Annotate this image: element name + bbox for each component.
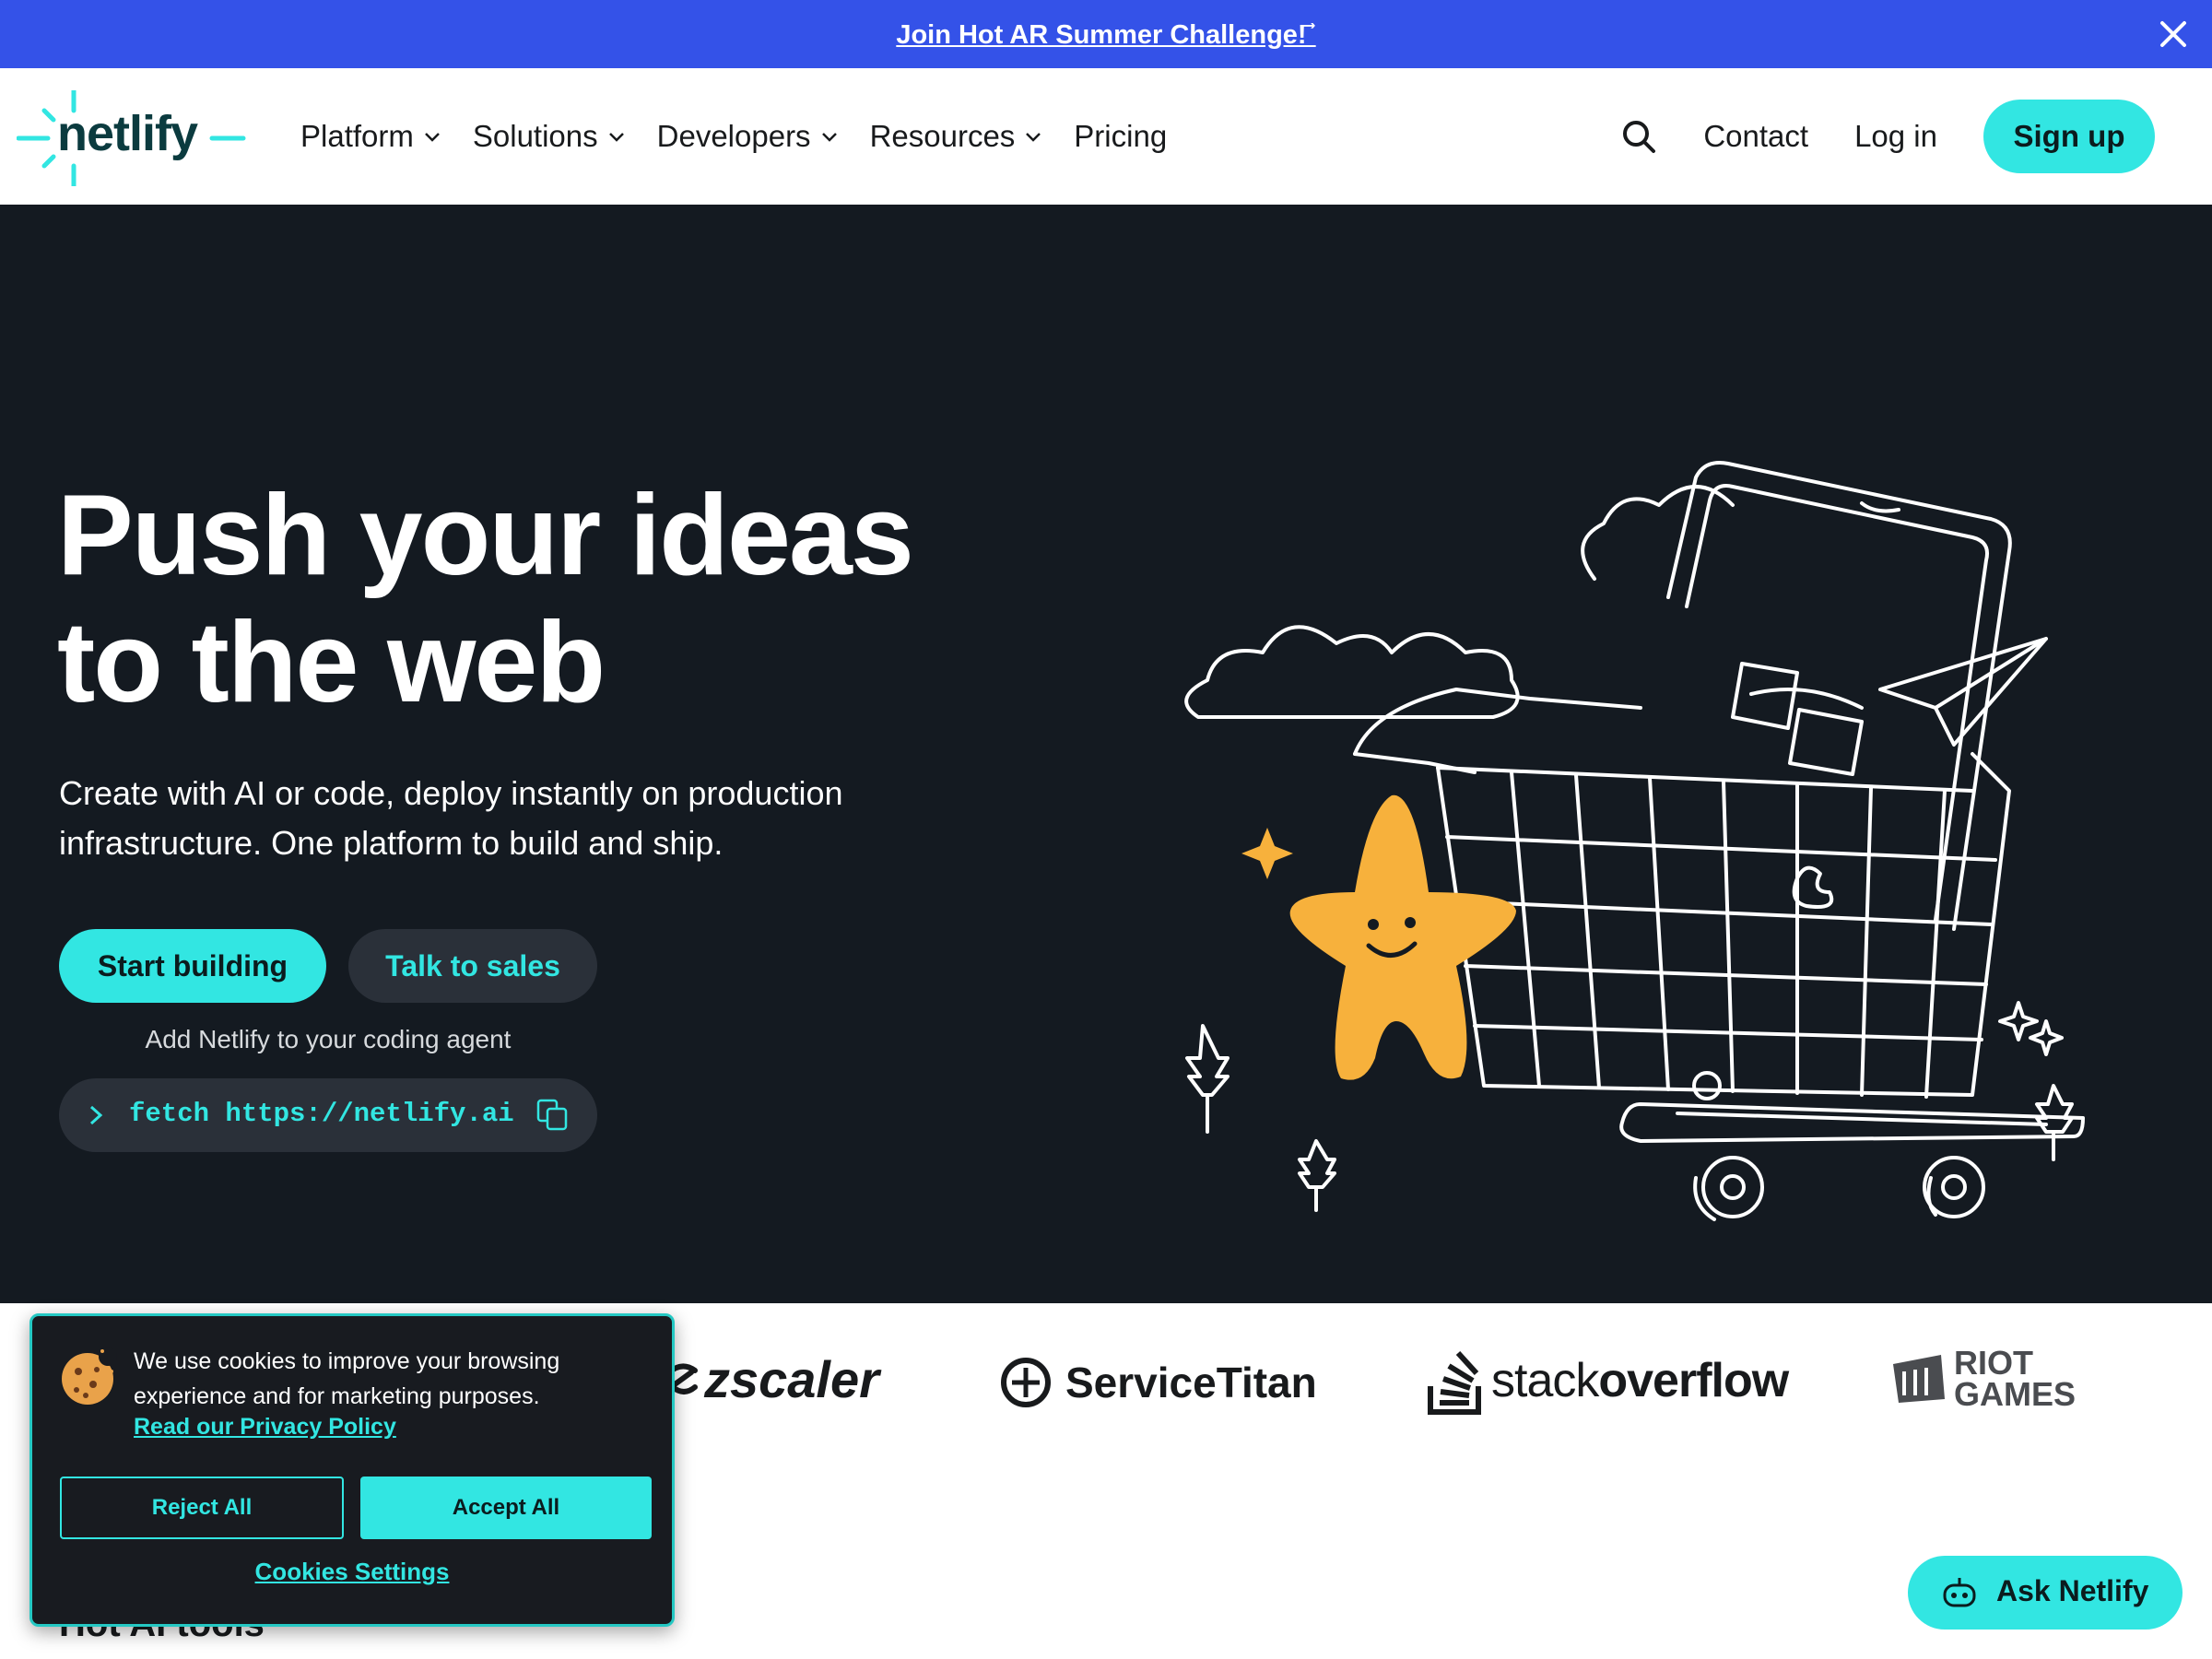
header-actions: Contact Log in Sign up bbox=[1617, 100, 2155, 173]
stack-text: stack bbox=[1491, 1354, 1599, 1407]
nav-pricing[interactable]: Pricing bbox=[1074, 112, 1167, 160]
main-nav: Platform Solutions Developers Resources … bbox=[300, 112, 1198, 160]
prompt-chevron-icon bbox=[89, 1105, 103, 1125]
nav-label: Platform bbox=[300, 119, 414, 153]
hero-subtitle: Create with AI or code, deploy instantly… bbox=[59, 774, 843, 862]
command-text: fetch https://netlify.ai bbox=[129, 1099, 514, 1129]
ask-netlify-button[interactable]: Ask Netlify bbox=[1908, 1556, 2183, 1630]
shopping-cart-illustration bbox=[1184, 461, 2085, 1221]
ask-netlify-label: Ask Netlify bbox=[1996, 1574, 2149, 1607]
stackoverflow-logo: stack overflow bbox=[1427, 1346, 1789, 1416]
signup-button[interactable]: Sign up bbox=[1983, 100, 2155, 173]
close-icon[interactable] bbox=[2153, 14, 2194, 54]
cloud-left bbox=[1184, 625, 1520, 719]
nav-label: Developers bbox=[656, 119, 811, 153]
tree-bottom bbox=[1298, 1139, 1336, 1212]
bot-icon bbox=[1943, 1578, 1976, 1607]
nav-label: Solutions bbox=[472, 119, 598, 153]
cookie-icon bbox=[62, 1347, 117, 1405]
talk-to-sales-button[interactable]: Talk to sales bbox=[348, 929, 597, 1003]
nav-resources[interactable]: Resources bbox=[870, 112, 1043, 160]
zscaler-logo: zscaler bbox=[664, 1349, 879, 1409]
servicetitan-text: ServiceTitan bbox=[1065, 1359, 1317, 1406]
nav-solutions[interactable]: Solutions bbox=[473, 112, 626, 160]
riotgames-logo: RIOT GAMES bbox=[1889, 1344, 2077, 1413]
overflow-text: overflow bbox=[1598, 1354, 1789, 1407]
servicetitan-mark-icon bbox=[1001, 1358, 1051, 1407]
announcement-banner: Join Hot AR Summer Challenge! ⃗ bbox=[0, 0, 2212, 68]
logo-wordmark: netlify bbox=[57, 106, 198, 161]
netlify-logo[interactable]: netlify bbox=[17, 90, 247, 186]
contact-link[interactable]: Contact bbox=[1703, 119, 1808, 154]
chevron-down-icon bbox=[1026, 133, 1041, 142]
riot-line2: GAMES bbox=[1954, 1375, 2077, 1413]
nav-label: Resources bbox=[869, 119, 1016, 153]
stackoverflow-mark-icon bbox=[1428, 1350, 1481, 1415]
chevron-down-icon bbox=[608, 133, 624, 142]
announcement-link[interactable]: Join Hot AR Summer Challenge! ⃗ bbox=[896, 18, 1315, 51]
search-icon[interactable] bbox=[1617, 114, 1661, 159]
reject-all-button[interactable]: Reject All bbox=[60, 1477, 344, 1539]
command-box: fetch https://netlify.ai bbox=[59, 1078, 597, 1152]
hero-title: Push your ideas to the web bbox=[57, 472, 979, 726]
box-flap bbox=[1353, 688, 1642, 756]
hero-section: Push your ideas to the web Create with A… bbox=[0, 205, 2212, 1303]
tree-left bbox=[1185, 1024, 1230, 1134]
nav-developers[interactable]: Developers bbox=[657, 112, 839, 160]
zscaler-text: zscaler bbox=[704, 1350, 879, 1408]
hero-title-line1: Push your ideas bbox=[57, 472, 914, 599]
riot-wordmark: RIOT GAMES bbox=[1954, 1344, 2077, 1413]
login-link[interactable]: Log in bbox=[1854, 119, 1937, 154]
chevron-down-icon bbox=[821, 133, 837, 142]
start-building-button[interactable]: Start building bbox=[59, 929, 326, 1003]
cookie-message: We use cookies to improve your browsing … bbox=[134, 1348, 560, 1409]
privacy-policy-link[interactable]: Read our Privacy Policy bbox=[134, 1414, 396, 1441]
servicetitan-logo: ServiceTitan bbox=[995, 1355, 1317, 1410]
cookie-banner: We use cookies to improve your browsing … bbox=[29, 1313, 675, 1627]
accept-all-button[interactable]: Accept All bbox=[360, 1477, 652, 1539]
chevron-down-icon bbox=[424, 133, 440, 142]
nav-platform[interactable]: Platform bbox=[300, 112, 441, 160]
agent-label: Add Netlify to your coding agent bbox=[145, 1025, 512, 1053]
cookies-settings-link[interactable]: Cookies Settings bbox=[32, 1558, 672, 1586]
wheel-left bbox=[1701, 1156, 1764, 1218]
nav-label: Pricing bbox=[1074, 119, 1168, 153]
riot-line1: RIOT bbox=[1954, 1344, 2033, 1382]
tree-right bbox=[2035, 1084, 2074, 1161]
riot-fist-icon bbox=[1893, 1355, 1945, 1403]
hero-title-line2: to the web bbox=[57, 599, 606, 726]
copy-icon[interactable] bbox=[536, 1099, 570, 1132]
site-header: netlify Platform Solutions Developers Re… bbox=[0, 68, 2212, 206]
